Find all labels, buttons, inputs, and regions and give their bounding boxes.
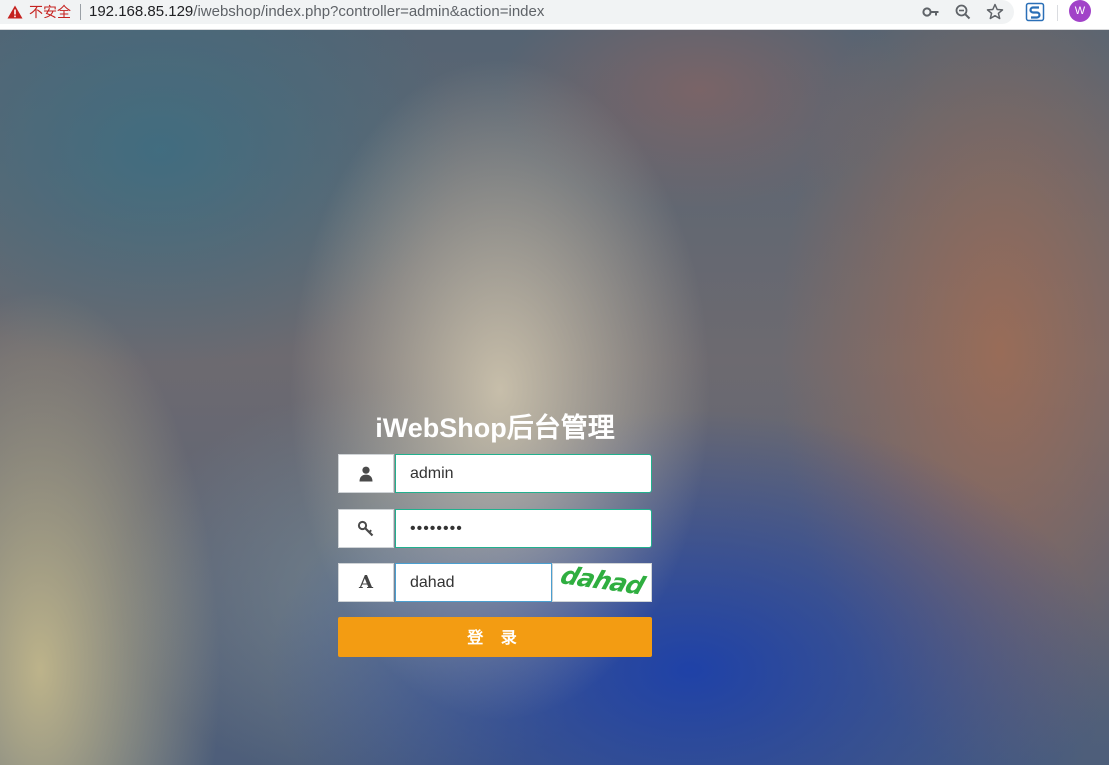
- security-status-label[interactable]: 不安全: [29, 3, 71, 21]
- extension-icon[interactable]: [1025, 2, 1045, 22]
- page-title: iWebShop后台管理: [375, 413, 615, 443]
- username-addon: [338, 454, 394, 493]
- captcha-addon: A: [338, 563, 394, 602]
- password-input[interactable]: [395, 509, 652, 548]
- url-text[interactable]: 192.168.85.129/iwebshop/index.php?contro…: [89, 2, 544, 21]
- profile-avatar[interactable]: W: [1069, 0, 1091, 22]
- warning-icon[interactable]: [7, 5, 23, 19]
- browser-toolbar: 不安全 192.168.85.129/iwebshop/index.php?co…: [0, 0, 1109, 30]
- password-row: [338, 509, 652, 548]
- omnibox-divider: [80, 4, 81, 20]
- url-path: /iwebshop/index.php?controller=admin&act…: [193, 3, 545, 20]
- key-icon[interactable]: [921, 2, 941, 22]
- captcha-input[interactable]: [395, 563, 552, 602]
- login-button[interactable]: 登 录: [338, 617, 652, 657]
- toolbar-divider: [1057, 5, 1058, 21]
- omnibox[interactable]: 不安全 192.168.85.129/iwebshop/index.php?co…: [0, 0, 1014, 24]
- captcha-row: A dahad: [338, 563, 652, 602]
- user-icon: [359, 466, 373, 481]
- captcha-image[interactable]: dahad: [552, 563, 652, 602]
- zoom-out-icon[interactable]: [953, 2, 973, 22]
- font-icon: A: [359, 572, 373, 593]
- star-icon[interactable]: [985, 2, 1005, 22]
- username-row: [338, 454, 652, 493]
- password-addon: [338, 509, 394, 548]
- captcha-image-text: dahad: [557, 563, 648, 601]
- url-host: 192.168.85.129: [89, 3, 194, 20]
- key-icon: [357, 520, 374, 536]
- username-input[interactable]: [395, 454, 652, 493]
